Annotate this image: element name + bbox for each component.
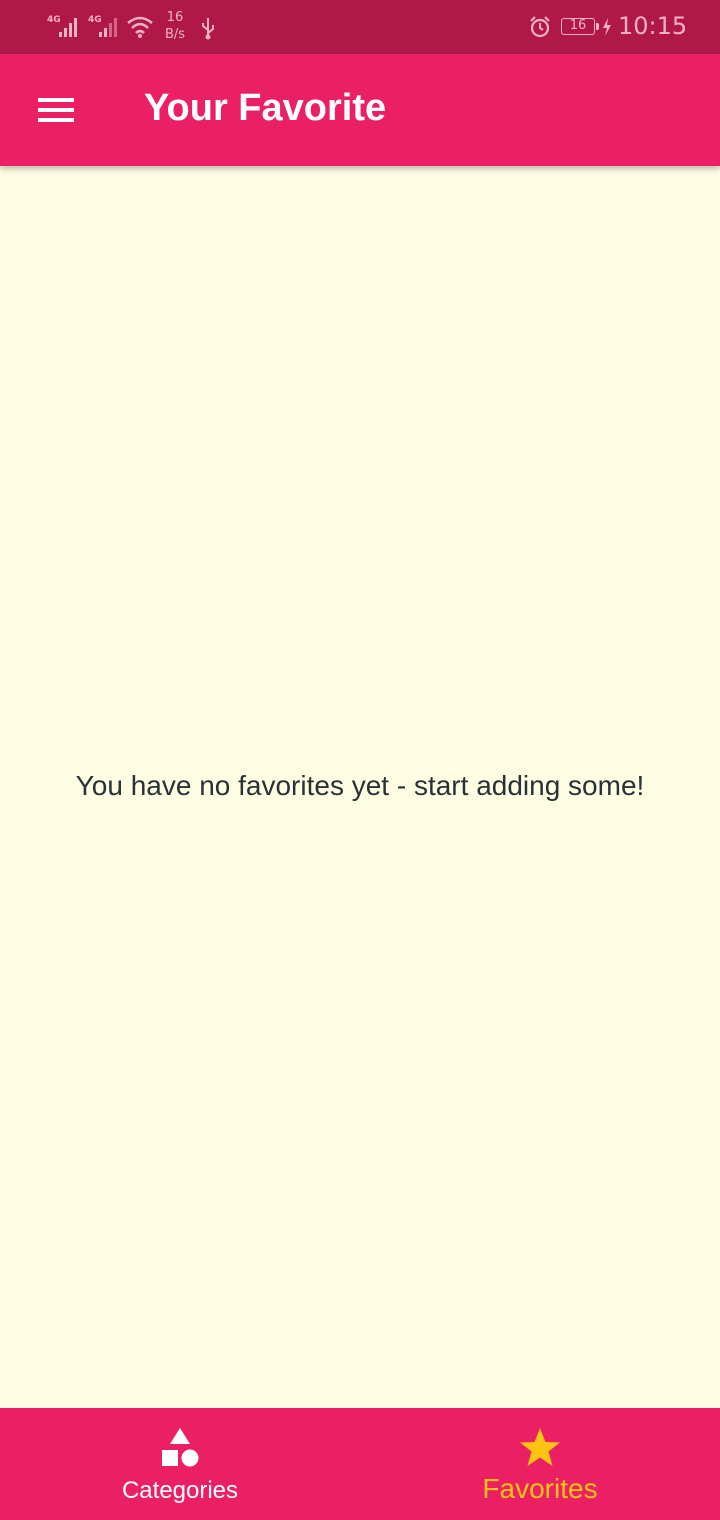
clock: 10:15 xyxy=(618,12,688,40)
nav-label-categories: Categories xyxy=(121,1477,239,1504)
speed-unit: B/s xyxy=(164,27,186,42)
battery-tip xyxy=(596,23,599,30)
nav-label-favorites: Favorites xyxy=(482,1473,598,1504)
star-icon xyxy=(520,1428,560,1466)
status-bar: 4G 4G 16 B/s 16 10:15 xyxy=(0,0,720,54)
network-speed: 16 B/s xyxy=(160,9,190,43)
battery-icon: 16 xyxy=(561,18,595,35)
signal-icon xyxy=(99,18,117,37)
charging-icon xyxy=(603,18,611,36)
nav-item-favorites[interactable]: Favorites xyxy=(360,1408,720,1520)
speed-value: 16 xyxy=(166,10,184,25)
nav-item-categories[interactable]: Categories xyxy=(0,1408,360,1520)
app-bar: Your Favorite xyxy=(0,54,720,166)
shapes-icon xyxy=(162,1428,199,1467)
main-content: You have no favorites yet - start adding… xyxy=(0,166,720,1408)
empty-state-message: You have no favorites yet - start adding… xyxy=(75,770,645,801)
alarm-icon xyxy=(530,16,550,38)
signal-icon xyxy=(59,18,77,37)
page-title: Your Favorite xyxy=(144,87,387,129)
bottom-navigation: Categories Favorites xyxy=(0,1408,720,1520)
wifi-icon xyxy=(127,16,153,38)
usb-icon xyxy=(202,18,214,40)
hamburger-menu-icon[interactable] xyxy=(24,84,88,136)
